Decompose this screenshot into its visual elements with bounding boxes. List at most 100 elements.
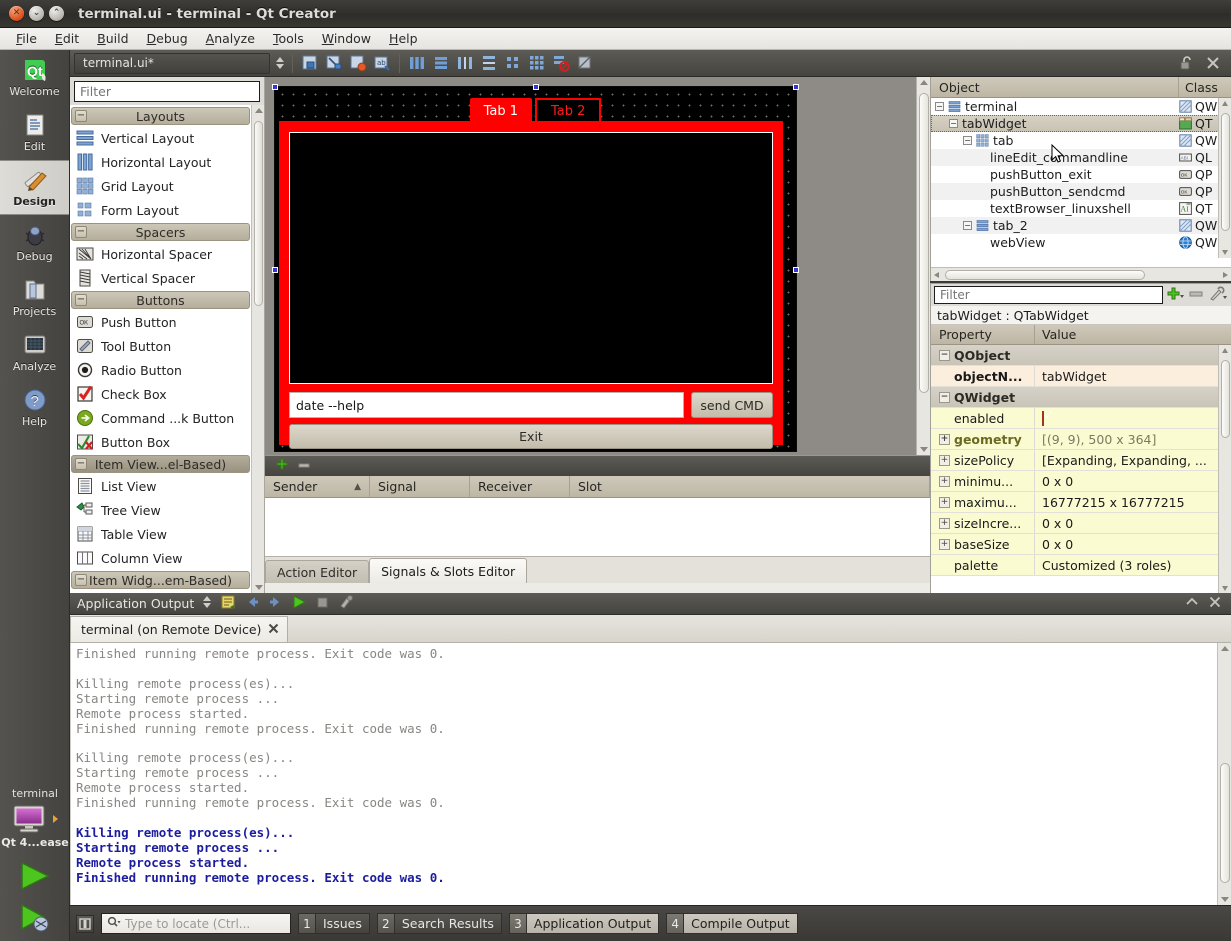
maximize-window-button[interactable]: ⌃ bbox=[49, 6, 64, 21]
group-collapse-icon[interactable]: − bbox=[75, 226, 87, 238]
break-layout-icon[interactable] bbox=[549, 52, 573, 74]
menu-tools[interactable]: Tools bbox=[264, 29, 313, 48]
add-connection-button[interactable] bbox=[275, 458, 289, 475]
group-collapse-icon[interactable]: − bbox=[75, 294, 87, 306]
property-value-cell[interactable]: Customized (3 roles) bbox=[1035, 558, 1231, 573]
menu-edit[interactable]: Edit bbox=[46, 29, 88, 48]
mode-debug[interactable]: Debug bbox=[0, 215, 69, 270]
widget-group-header[interactable]: − Item View...el-Based) bbox=[71, 455, 250, 473]
mode-help[interactable]: ? Help bbox=[0, 380, 69, 435]
expand-icon[interactable]: + bbox=[939, 538, 950, 550]
close-tab-icon[interactable] bbox=[268, 622, 279, 637]
prev-item-icon[interactable] bbox=[245, 594, 260, 613]
output-scroll-thumb[interactable] bbox=[1220, 763, 1230, 883]
layout-form-icon[interactable] bbox=[501, 52, 525, 74]
group-collapse-icon[interactable]: − bbox=[75, 458, 87, 470]
layout-splitter-h-icon[interactable] bbox=[453, 52, 477, 74]
file-spinner[interactable] bbox=[273, 53, 287, 74]
selection-handle[interactable] bbox=[533, 84, 539, 90]
widget-group-header[interactable]: − Buttons bbox=[71, 291, 250, 309]
object-row-tab[interactable]: − tab QW bbox=[931, 132, 1231, 149]
property-filter-input[interactable] bbox=[934, 286, 1163, 304]
edit-buddies-icon[interactable] bbox=[346, 52, 370, 74]
selection-handle[interactable] bbox=[793, 267, 799, 273]
property-value-cell[interactable]: 0 x 0 bbox=[1035, 537, 1231, 552]
edit-widgets-icon[interactable] bbox=[298, 52, 322, 74]
tree-expander[interactable]: − bbox=[935, 102, 944, 111]
open-file-combobox[interactable]: terminal.ui* bbox=[74, 52, 270, 74]
property-value-cell[interactable]: tabWidget bbox=[1035, 369, 1231, 384]
widget-item-list-view[interactable]: List View bbox=[70, 474, 264, 498]
column-receiver[interactable]: Receiver bbox=[470, 476, 570, 497]
widget-item-radio-button[interactable]: Radio Button bbox=[70, 358, 264, 382]
property-value-cell[interactable]: 0 x 0 bbox=[1035, 474, 1231, 489]
property-value-cell[interactable]: [(9, 9), 500 x 364] bbox=[1035, 432, 1231, 447]
group-collapse-icon[interactable]: − bbox=[75, 574, 87, 586]
layout-splitter-v-icon[interactable] bbox=[477, 52, 501, 74]
widget-item-push-button[interactable]: OK Push Button bbox=[70, 310, 264, 334]
close-window-button[interactable]: ✕ bbox=[9, 6, 24, 21]
edit-signals-slots-icon[interactable] bbox=[322, 52, 346, 74]
column-value[interactable]: Value bbox=[1035, 327, 1231, 342]
collapse-icon[interactable]: − bbox=[939, 391, 950, 403]
output-pane-spinner[interactable] bbox=[202, 594, 212, 613]
attach-icon[interactable] bbox=[338, 594, 355, 613]
form-scroll-thumb[interactable] bbox=[919, 93, 929, 393]
menu-help[interactable]: Help bbox=[380, 29, 427, 48]
widget-item-horizontal-spacer[interactable]: Horizontal Spacer bbox=[70, 242, 264, 266]
run-button[interactable] bbox=[0, 855, 70, 897]
word-wrap-icon[interactable] bbox=[220, 594, 237, 613]
widget-box-filter-input[interactable] bbox=[74, 81, 260, 102]
property-vscrollbar[interactable] bbox=[1218, 345, 1231, 594]
object-row-lineEdit_commandline[interactable]: lineEdit_commandlineABIQL bbox=[931, 149, 1231, 166]
property-row-maximu-[interactable]: + maximu... 16777215 x 16777215 bbox=[931, 492, 1231, 513]
widget-item-tool-button[interactable]: Tool Button bbox=[70, 334, 264, 358]
expand-icon[interactable]: + bbox=[939, 517, 950, 529]
property-row-basesize[interactable]: + baseSize 0 x 0 bbox=[931, 534, 1231, 555]
output-tab-terminal[interactable]: terminal (on Remote Device) bbox=[70, 616, 289, 642]
property-row-objectn-[interactable]: objectN... tabWidget bbox=[931, 366, 1231, 387]
target-selector[interactable] bbox=[0, 802, 70, 836]
selection-handle[interactable] bbox=[272, 84, 278, 90]
text-browser-linuxshell[interactable] bbox=[289, 132, 773, 384]
object-row-tabWidget[interactable]: − tabWidget QT bbox=[931, 115, 1231, 132]
mode-edit[interactable]: Edit bbox=[0, 105, 69, 160]
remove-property-button[interactable] bbox=[1189, 286, 1204, 305]
configure-property-button[interactable] bbox=[1208, 286, 1228, 305]
property-scroll-thumb[interactable] bbox=[1221, 360, 1230, 438]
column-sender[interactable]: Sender ▲ bbox=[265, 476, 370, 497]
tab-action-editor[interactable]: Action Editor bbox=[265, 560, 370, 583]
property-row-minimu-[interactable]: + minimu... 0 x 0 bbox=[931, 471, 1231, 492]
property-row-palette[interactable]: palette Customized (3 roles) bbox=[931, 555, 1231, 576]
tree-expander[interactable]: − bbox=[949, 119, 958, 128]
widget-item-table-view[interactable]: Table View bbox=[70, 522, 264, 546]
widget-box-scrollbar[interactable] bbox=[251, 105, 264, 593]
property-value-cell[interactable]: 16777215 x 16777215 bbox=[1035, 495, 1231, 510]
collapse-icon[interactable]: − bbox=[939, 349, 950, 361]
property-row-enabled[interactable]: enabled bbox=[931, 408, 1231, 429]
widget-item-column-view[interactable]: Column View bbox=[70, 546, 264, 570]
enabled-checkbox[interactable] bbox=[1042, 410, 1044, 426]
column-property[interactable]: Property bbox=[931, 325, 1035, 344]
layout-horizontal-icon[interactable] bbox=[405, 52, 429, 74]
mode-projects[interactable]: Projects bbox=[0, 270, 69, 325]
widget-group-header[interactable]: − Spacers bbox=[71, 223, 250, 241]
menu-file[interactable]: File bbox=[7, 29, 46, 48]
property-value-cell[interactable]: [Expanding, Expanding, ... bbox=[1035, 453, 1231, 468]
tree-expander[interactable]: − bbox=[963, 136, 972, 145]
layout-vertical-icon[interactable] bbox=[429, 52, 453, 74]
expand-icon[interactable]: + bbox=[939, 454, 950, 466]
widget-item-command-k-button[interactable]: Command ...k Button bbox=[70, 406, 264, 430]
output-pane-button-search-results[interactable]: 2 Search Results bbox=[376, 913, 502, 934]
object-row-tab_2[interactable]: − tab_2 QW bbox=[931, 217, 1231, 234]
minimize-window-button[interactable]: ⌄ bbox=[29, 6, 44, 21]
application-output-text[interactable]: Finished running remote process. Exit co… bbox=[70, 643, 1231, 905]
widget-item-vertical-spacer[interactable]: Vertical Spacer bbox=[70, 266, 264, 290]
sidebar-toggle-icon[interactable] bbox=[76, 914, 94, 933]
property-row-sizeincre-[interactable]: + sizeIncre... 0 x 0 bbox=[931, 513, 1231, 534]
expand-icon[interactable]: + bbox=[939, 496, 950, 508]
mode-design[interactable]: Design bbox=[0, 160, 69, 215]
widget-item-grid-layout[interactable]: Grid Layout bbox=[70, 174, 264, 198]
object-row-textBrowser_linuxshell[interactable]: textBrowser_linuxshell A I QT bbox=[931, 200, 1231, 217]
add-property-button[interactable] bbox=[1167, 286, 1185, 305]
